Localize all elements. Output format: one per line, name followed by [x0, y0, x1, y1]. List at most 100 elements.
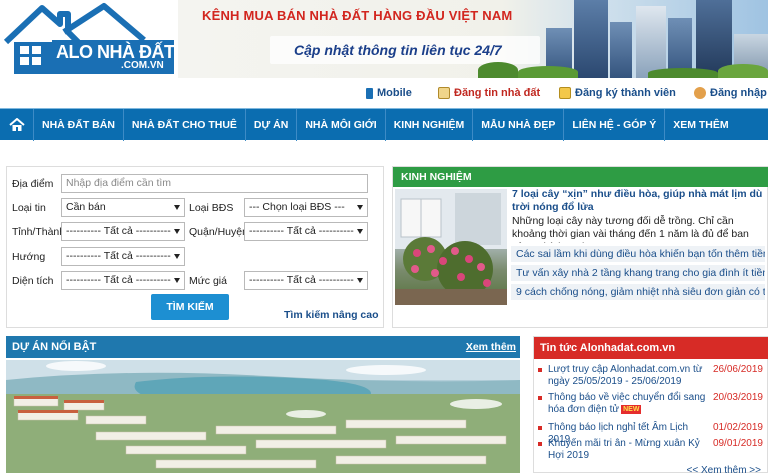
home-icon: [8, 118, 25, 131]
tree-shape: [718, 64, 768, 78]
location-label: Địa điểm: [12, 178, 54, 190]
price-label: Mức giá: [189, 275, 227, 287]
chevron-down-icon: [174, 278, 180, 283]
district-select-value: ---------- Tất cả ----------: [249, 225, 354, 237]
province-select[interactable]: ---------- Tất cả ----------: [61, 222, 185, 241]
tree-shape: [518, 66, 578, 78]
nav-item-house-designs[interactable]: MẪU NHÀ ĐẸP: [473, 109, 565, 141]
search-button[interactable]: TÌM KIẾM: [151, 294, 229, 320]
flower-house-image: [395, 189, 507, 305]
new-badge-icon: NEW: [621, 404, 642, 414]
login-label: Đăng nhập: [710, 87, 767, 99]
bullet-icon: [538, 426, 542, 430]
news-item[interactable]: Lượt truy cập Alonhadat.com.vn từ ngày 2…: [538, 364, 765, 388]
district-select[interactable]: ---------- Tất cả ----------: [244, 222, 368, 241]
news-panel: Tin tức Alonhadat.com.vn Lượt truy cập A…: [533, 336, 768, 473]
bullet-icon: [538, 368, 542, 372]
type-label: Loại tin: [12, 202, 46, 214]
building-shape: [610, 22, 632, 78]
featured-projects-title: DỰ ÁN NỔI BẬT: [12, 341, 97, 353]
property-label: Loại BĐS: [189, 202, 234, 214]
chevron-down-icon: [357, 278, 363, 283]
user-icon: [694, 87, 706, 99]
advanced-search-link[interactable]: Tìm kiếm nâng cao: [284, 309, 379, 321]
area-select-value: ---------- Tất cả ----------: [66, 274, 171, 286]
site-logo[interactable]: ALO NHÀ ĐẤT .COM.VN: [0, 0, 178, 76]
news-item-title: Lượt truy cập Alonhadat.com.vn từ ngày 2…: [548, 364, 703, 387]
province-select-value: ---------- Tất cả ----------: [66, 225, 171, 237]
mobile-label: Mobile: [377, 87, 412, 99]
price-select[interactable]: ---------- Tất cả ----------: [244, 271, 368, 290]
building-shape: [636, 6, 666, 78]
register-icon: [559, 87, 571, 99]
nav-item-more[interactable]: XEM THÊM: [665, 109, 736, 141]
area-label: Diện tích: [12, 275, 54, 287]
news-item[interactable]: Khuyến mãi tri ân - Mừng xuân Kỷ Hợi 201…: [538, 438, 765, 462]
news-item-date: 09/01/2019: [712, 438, 763, 449]
mobile-icon: [366, 87, 373, 99]
nav-item-rent[interactable]: NHÀ ĐẤT CHO THUÊ: [124, 109, 246, 141]
news-item[interactable]: Thông báo về việc chuyển đổi sang hóa đơ…: [538, 392, 765, 416]
chevron-down-icon: [174, 205, 180, 210]
type-select[interactable]: Cần bán: [61, 198, 185, 217]
building-shape: [574, 0, 608, 78]
top-links-bar: Mobile Đăng tin nhà đất Đăng ký thành vi…: [0, 78, 768, 108]
featured-projects-panel: DỰ ÁN NỔI BẬT Xem thêm: [6, 336, 520, 473]
experience-link-1[interactable]: Các sai lầm khi dùng điều hòa khiến bạn …: [511, 246, 765, 263]
post-listing-link[interactable]: Đăng tin nhà đất: [438, 87, 540, 99]
chevron-down-icon: [357, 205, 363, 210]
news-item-date: 20/03/2019: [712, 392, 763, 403]
page: ALO NHÀ ĐẤT .COM.VN KÊNH MUA BÁN NHÀ ĐẤT…: [0, 0, 768, 473]
area-select[interactable]: ---------- Tất cả ----------: [61, 271, 185, 290]
search-panel: Địa điểm Nhập địa điểm cần tìm Loại tin …: [6, 166, 384, 328]
experience-article-title[interactable]: 7 loại cây “xịn” như điều hòa, giúp nhà …: [512, 188, 764, 214]
featured-project-image[interactable]: [6, 360, 520, 473]
property-select[interactable]: --- Chọn loại BĐS ---: [244, 198, 368, 217]
project-aerial-image: [6, 360, 520, 473]
news-item-title: Khuyến mãi tri ân - Mừng xuân Kỷ Hợi 201…: [548, 438, 700, 461]
experience-link-2[interactable]: Tư vấn xây nhà 2 tầng khang trang cho gi…: [511, 265, 765, 282]
logo-domain: .COM.VN: [121, 60, 164, 71]
bullet-icon: [538, 442, 542, 446]
nav-item-brokers[interactable]: NHÀ MÔI GIỚI: [297, 109, 386, 141]
mobile-link[interactable]: Mobile: [366, 87, 412, 99]
news-item[interactable]: Thông báo lịch nghỉ tết Âm Lịch 2019 01/…: [538, 422, 765, 445]
tree-shape: [648, 68, 718, 78]
news-item-title: Thông báo về việc chuyển đổi sang hóa đơ…: [548, 392, 708, 416]
direction-select[interactable]: ---------- Tất cả ----------: [61, 247, 185, 266]
chevron-down-icon: [174, 229, 180, 234]
experience-thumbnail[interactable]: [395, 189, 507, 305]
hero-title: KÊNH MUA BÁN NHÀ ĐẤT HÀNG ĐẦU VIỆT NAM: [202, 8, 513, 23]
nav-item-projects[interactable]: DỰ ÁN: [246, 109, 298, 141]
register-label: Đăng ký thành viên: [575, 87, 676, 99]
featured-projects-heading: DỰ ÁN NỔI BẬT Xem thêm: [6, 336, 520, 358]
district-label: Quận/Huyện: [189, 226, 248, 238]
experience-panel: KINH NGHIỆM 7 loại cây “xịn” như điều hò…: [392, 166, 768, 328]
nav-home[interactable]: [0, 109, 34, 141]
nav-item-sale[interactable]: NHÀ ĐẤT BÁN: [34, 109, 124, 141]
post-icon: [438, 87, 450, 99]
property-select-value: --- Chọn loại BĐS ---: [249, 201, 345, 213]
nav-item-contact[interactable]: LIÊN HỆ - GÓP Ý: [564, 109, 666, 141]
chevron-down-icon: [357, 229, 363, 234]
news-more-link[interactable]: << Xem thêm >>: [687, 465, 762, 473]
tree-shape: [478, 62, 518, 78]
news-item-date: 01/02/2019: [712, 422, 763, 433]
experience-link-3[interactable]: 9 cách chống nóng, giảm nhiệt nhà siêu đ…: [511, 284, 765, 301]
news-item-date: 26/06/2019: [712, 364, 763, 375]
post-label: Đăng tin nhà đất: [454, 87, 541, 99]
type-select-value: Cần bán: [66, 201, 106, 213]
news-heading: Tin tức Alonhadat.com.vn: [534, 337, 768, 359]
main-nav: NHÀ ĐẤT BÁN NHÀ ĐẤT CHO THUÊ DỰ ÁN NHÀ M…: [0, 108, 768, 141]
location-input[interactable]: Nhập địa điểm cần tìm: [61, 174, 368, 193]
register-link[interactable]: Đăng ký thành viên: [559, 87, 676, 99]
featured-projects-more-link[interactable]: Xem thêm: [466, 336, 516, 358]
chevron-down-icon: [174, 254, 180, 259]
login-link[interactable]: Đăng nhập: [694, 87, 767, 99]
experience-heading: KINH NGHIỆM: [393, 167, 768, 187]
price-select-value: ---------- Tất cả ----------: [249, 274, 354, 286]
direction-label: Hướng: [12, 251, 46, 263]
nav-item-experience[interactable]: KINH NGHIỆM: [386, 109, 474, 141]
bullet-icon: [538, 396, 542, 400]
experience-article-desc: Những loại cây này tương đối dễ trồng. C…: [512, 215, 749, 243]
